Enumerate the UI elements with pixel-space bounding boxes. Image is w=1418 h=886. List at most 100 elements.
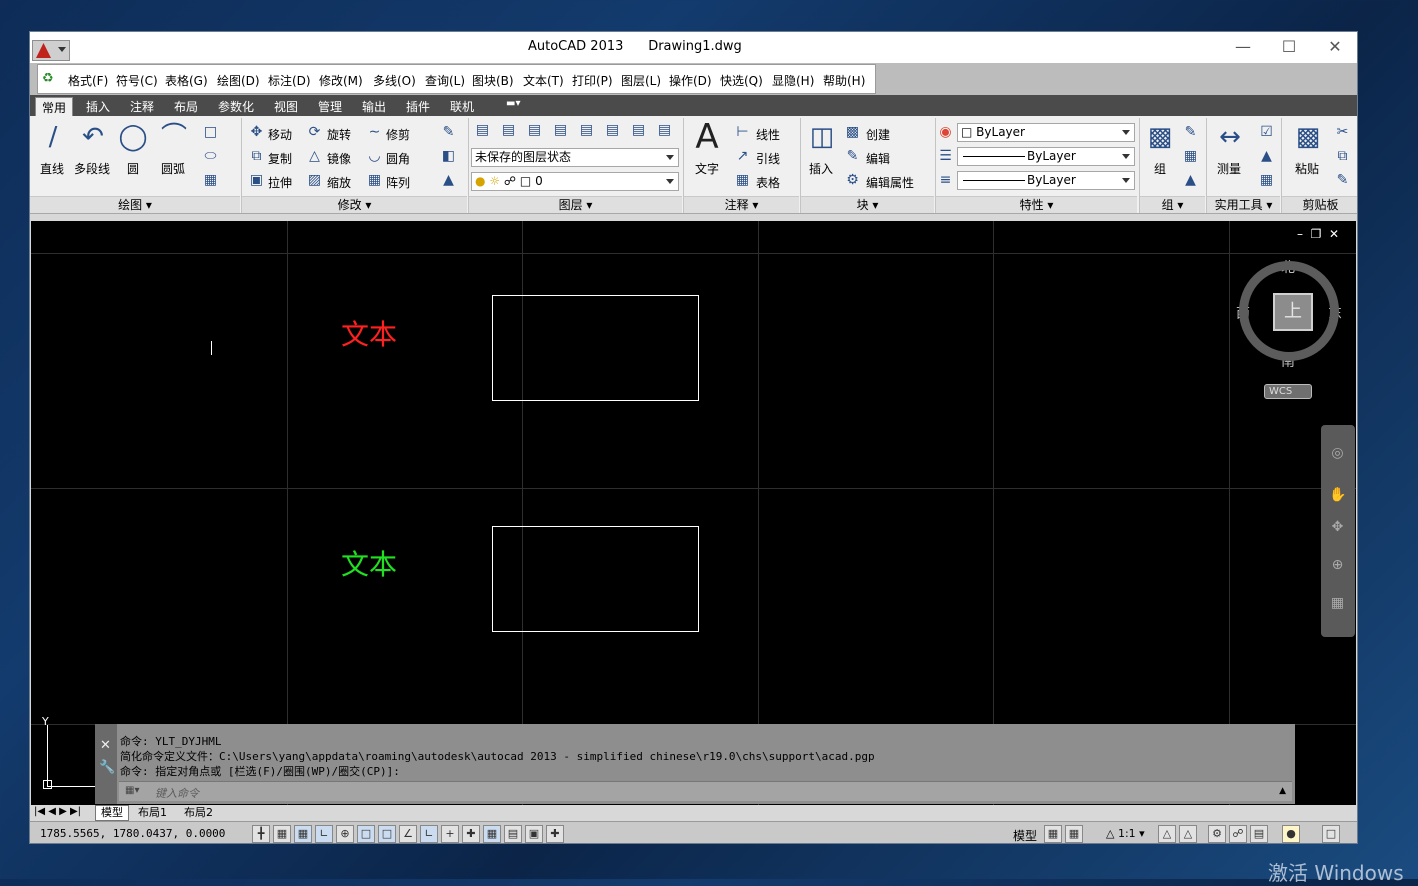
array-button[interactable]: 阵列 bbox=[386, 174, 410, 191]
hatch-icon[interactable]: ▦ bbox=[202, 172, 219, 189]
paste-button[interactable]: 粘贴 bbox=[1295, 160, 1319, 177]
panel-utilities-title[interactable]: 实用工具 ▾ bbox=[1207, 196, 1280, 213]
layout-nav-arrows-icon[interactable]: |◀ ◀ ▶ ▶| bbox=[34, 806, 81, 817]
drawing-text-red[interactable]: 文本 bbox=[341, 313, 397, 353]
annotation-visibility-icon[interactable]: △ bbox=[1158, 825, 1176, 843]
line-button[interactable]: 直线 bbox=[40, 160, 64, 177]
arc-icon[interactable]: ⌒ bbox=[157, 120, 191, 154]
object-snap-tracking-icon[interactable]: ∠ bbox=[399, 825, 417, 843]
viewport-close-icon[interactable]: ✕ bbox=[1329, 227, 1339, 241]
match-properties-icon[interactable]: ✎ bbox=[1334, 172, 1351, 189]
erase-icon[interactable]: ✎ bbox=[440, 124, 457, 141]
panel-draw-title[interactable]: 绘图 ▾ bbox=[30, 196, 240, 213]
drawing-rectangle-2[interactable] bbox=[492, 526, 699, 632]
minimize-button[interactable]: — bbox=[1228, 36, 1258, 58]
measure-icon[interactable]: ↔ bbox=[1213, 120, 1247, 154]
menu-modify[interactable]: 修改(M) bbox=[319, 72, 363, 89]
lineweight-icon[interactable]: ☰ bbox=[937, 148, 954, 165]
quick-view-layouts-icon[interactable]: ▦ bbox=[1044, 825, 1062, 843]
layer-icon[interactable]: ▤ bbox=[552, 122, 569, 139]
menu-dimension[interactable]: 标注(D) bbox=[268, 72, 311, 89]
transparency-icon[interactable]: ▦ bbox=[483, 825, 501, 843]
grid-display-icon[interactable]: ▦ bbox=[294, 825, 312, 843]
tab-insert[interactable]: 插入 bbox=[86, 98, 110, 115]
quick-properties-icon[interactable]: ▤ bbox=[504, 825, 522, 843]
layer-icon[interactable]: ▤ bbox=[500, 122, 517, 139]
close-icon[interactable]: ✕ bbox=[100, 738, 111, 753]
toolbar-lock-icon[interactable]: ☍ bbox=[1229, 825, 1247, 843]
layer-icon[interactable]: ▤ bbox=[526, 122, 543, 139]
rectangle-icon[interactable]: □ bbox=[202, 124, 219, 141]
wcs-menu[interactable]: WCS bbox=[1264, 384, 1312, 399]
annotation-monitor-icon[interactable]: ✚ bbox=[546, 825, 564, 843]
cut-icon[interactable]: ✂ bbox=[1334, 124, 1351, 141]
viewcube-top[interactable]: 上 bbox=[1273, 293, 1313, 331]
layer-state-dropdown[interactable]: 未保存的图层状态 bbox=[471, 148, 679, 167]
group-edit-icon[interactable]: ✎ bbox=[1182, 124, 1199, 141]
text-button[interactable]: 文字 bbox=[695, 160, 719, 177]
menu-multiline[interactable]: 多线(O) bbox=[373, 72, 416, 89]
offset-icon[interactable]: ▲ bbox=[440, 172, 457, 189]
3d-object-snap-icon[interactable]: □ bbox=[378, 825, 396, 843]
zoom-icon[interactable]: ✥ bbox=[1329, 519, 1346, 536]
polyline-icon[interactable]: ↶ bbox=[76, 120, 110, 154]
ellipse-icon[interactable]: ⬭ bbox=[202, 148, 219, 165]
ribbon-options-icon[interactable]: ▬▾ bbox=[506, 98, 520, 109]
orbit-icon[interactable]: ⊕ bbox=[1329, 557, 1346, 574]
rotate-button[interactable]: 旋转 bbox=[327, 126, 351, 143]
pan-hand-icon[interactable]: ✋ bbox=[1329, 487, 1346, 504]
paste-icon[interactable]: ▩ bbox=[1291, 120, 1325, 154]
circle-icon[interactable]: ◯ bbox=[116, 120, 150, 154]
color-dropdown[interactable]: □ ByLayer bbox=[957, 123, 1135, 142]
menu-symbol[interactable]: 符号(C) bbox=[116, 72, 158, 89]
panel-properties-title[interactable]: 特性 ▾ bbox=[936, 196, 1137, 213]
select-all-icon[interactable]: ▲ bbox=[1258, 148, 1275, 165]
menu-operate[interactable]: 操作(D) bbox=[669, 72, 712, 89]
drawing-text-green[interactable]: 文本 bbox=[341, 543, 397, 583]
copy-button[interactable]: 复制 bbox=[268, 150, 292, 167]
menu-block[interactable]: 图块(B) bbox=[472, 72, 514, 89]
tab-view[interactable]: 视图 bbox=[274, 98, 298, 115]
panel-clipboard-title[interactable]: 剪贴板 bbox=[1282, 196, 1357, 213]
command-prompt-icon[interactable]: ▦▾ bbox=[125, 785, 139, 796]
polar-tracking-icon[interactable]: ⊕ bbox=[336, 825, 354, 843]
layout-tab-model[interactable]: 模型 bbox=[95, 805, 129, 821]
clean-screen-icon[interactable]: □ bbox=[1322, 825, 1340, 843]
menu-showhide[interactable]: 显隐(H) bbox=[772, 72, 814, 89]
ungroup-icon[interactable]: ▦ bbox=[1182, 148, 1199, 165]
showmotion-icon[interactable]: ▦ bbox=[1329, 595, 1346, 612]
object-snap-icon[interactable]: □ bbox=[357, 825, 375, 843]
auto-scale-icon[interactable]: △ bbox=[1179, 825, 1197, 843]
drawing-rectangle-1[interactable] bbox=[492, 295, 699, 401]
menu-table[interactable]: 表格(G) bbox=[165, 72, 208, 89]
viewport-minimize-icon[interactable]: – bbox=[1297, 227, 1303, 241]
measure-button[interactable]: 测量 bbox=[1217, 160, 1241, 177]
calculator-icon[interactable]: ▦ bbox=[1258, 172, 1275, 189]
create-block-button[interactable]: 创建 bbox=[866, 126, 890, 143]
tab-online[interactable]: 联机 bbox=[450, 98, 474, 115]
mirror-button[interactable]: 镜像 bbox=[327, 150, 351, 167]
ortho-mode-icon[interactable]: ∟ bbox=[315, 825, 333, 843]
infer-constraints-icon[interactable]: ╋ bbox=[252, 825, 270, 843]
layer-icon[interactable]: ▤ bbox=[656, 122, 673, 139]
dynamic-input-icon[interactable]: + bbox=[441, 825, 459, 843]
group-select-icon[interactable]: ▲ bbox=[1182, 172, 1199, 189]
text-icon[interactable]: A bbox=[690, 120, 724, 154]
viewcube-ring[interactable]: 上 bbox=[1239, 261, 1339, 361]
workspace-switch-icon[interactable]: ⚙ bbox=[1208, 825, 1226, 843]
linetype-dropdown[interactable]: ByLayer bbox=[957, 171, 1135, 190]
menu-help[interactable]: 帮助(H) bbox=[823, 72, 865, 89]
edit-attributes-button[interactable]: 编辑属性 bbox=[866, 174, 914, 191]
menu-layer[interactable]: 图层(L) bbox=[621, 72, 661, 89]
maximize-button[interactable]: ☐ bbox=[1274, 36, 1304, 58]
layout-tab-layout1[interactable]: 布局1 bbox=[138, 805, 167, 821]
group-button[interactable]: 组 bbox=[1154, 160, 1166, 177]
model-space-button[interactable]: 模型 bbox=[1013, 827, 1037, 843]
edit-block-button[interactable]: 编辑 bbox=[866, 150, 890, 167]
layer-icon[interactable]: ▤ bbox=[604, 122, 621, 139]
layer-icon[interactable]: ▤ bbox=[578, 122, 595, 139]
color-wheel-icon[interactable]: ◉ bbox=[937, 124, 954, 141]
close-button[interactable]: ✕ bbox=[1320, 36, 1350, 58]
group-icon[interactable]: ▩ bbox=[1143, 120, 1177, 154]
menu-format[interactable]: 格式(F) bbox=[68, 72, 108, 89]
